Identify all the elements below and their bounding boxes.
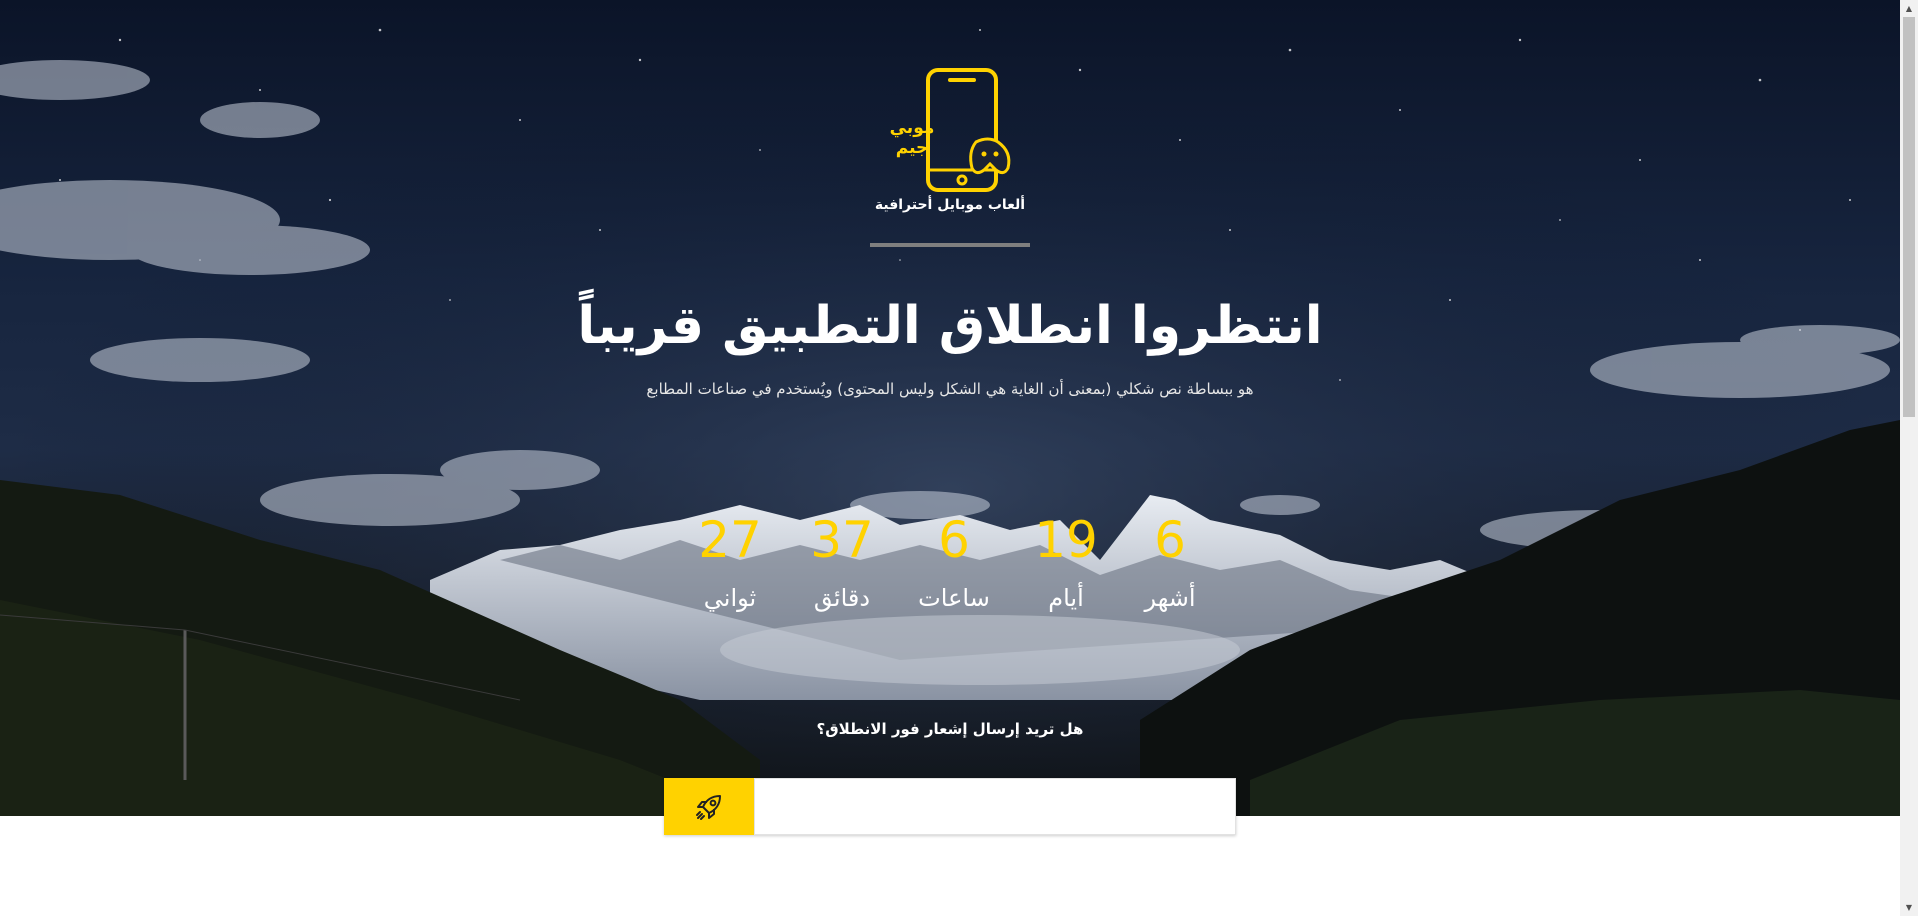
countdown-days: 19 أيام — [1016, 510, 1116, 612]
scroll-down-arrow-icon[interactable]: ▼ — [1900, 899, 1918, 916]
countdown-minutes-label: دقائق — [813, 584, 871, 612]
countdown: 27 ثواني 37 دقائق 6 ساعات 19 أيام 6 أشهر — [680, 510, 1220, 630]
countdown-seconds-label: ثواني — [703, 584, 757, 612]
notify-form — [664, 778, 1236, 835]
logo-tagline: ألعاب موبايل أحترافية — [874, 197, 1026, 213]
countdown-months-label: أشهر — [1144, 584, 1196, 612]
countdown-hours-label: ساعات — [918, 584, 990, 612]
notify-email-input[interactable] — [754, 778, 1236, 835]
countdown-months: 6 أشهر — [1120, 510, 1220, 612]
vertical-scrollbar[interactable]: ▲ ▼ — [1900, 0, 1918, 916]
divider — [870, 243, 1030, 247]
countdown-hours-value: 6 — [938, 511, 970, 569]
notify-prompt: هل تريد إرسال إشعار فور الانطلاق؟ — [816, 720, 1084, 738]
page-title: انتظروا انطلاق التطبيق قريباً — [577, 296, 1323, 356]
page: موبي جيم ألعاب موبايل أحترافية انتظروا ا… — [0, 0, 1918, 916]
page-subtitle: هو ببساطة نص شكلي (بمعنى أن الغاية هي ال… — [646, 380, 1254, 398]
notify-submit-button[interactable] — [664, 778, 754, 835]
countdown-hours: 6 ساعات — [904, 510, 1004, 612]
countdown-minutes-value: 37 — [810, 511, 874, 569]
countdown-seconds: 27 ثواني — [680, 510, 780, 612]
scrollbar-thumb[interactable] — [1903, 17, 1915, 417]
countdown-months-value: 6 — [1154, 511, 1186, 569]
countdown-minutes: 37 دقائق — [792, 510, 892, 612]
countdown-days-label: أيام — [1048, 584, 1084, 612]
rocket-icon — [696, 794, 721, 820]
hero-section: موبي جيم ألعاب موبايل أحترافية انتظروا ا… — [0, 0, 1900, 816]
countdown-seconds-value: 27 — [698, 511, 762, 569]
hero-content: موبي جيم ألعاب موبايل أحترافية انتظروا ا… — [0, 0, 1900, 816]
countdown-days-value: 19 — [1034, 511, 1098, 569]
scroll-up-arrow-icon[interactable]: ▲ — [1900, 0, 1918, 17]
logo-title: موبي جيم — [889, 118, 935, 158]
